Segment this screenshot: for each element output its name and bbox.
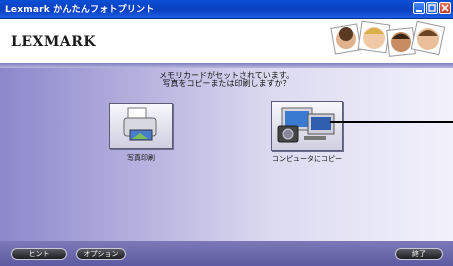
copy-to-computer-button[interactable]: [271, 101, 343, 151]
options-button[interactable]: オプション: [76, 248, 126, 260]
computer-copy-icon: [277, 107, 335, 143]
maximize-button[interactable]: [426, 2, 438, 14]
finish-button[interactable]: 終了: [395, 248, 443, 260]
lexmark-logo: LEXMARK: [11, 34, 97, 50]
prompt-line2: 写真をコピーまたは印刷しますか？: [162, 79, 291, 88]
bottom-bar: ヒント オプション 終了: [0, 241, 453, 266]
close-button[interactable]: [439, 2, 451, 14]
family-photos-icon: [330, 20, 446, 57]
title-bar: Lexmark かんたんフォトプリント: [0, 0, 453, 19]
hint-button[interactable]: ヒント: [11, 248, 67, 260]
minimize-button[interactable]: [413, 2, 425, 14]
main-panel: メモリカードがセットされています。 写真をコピーまたは印刷しますか？ 写真印刷 …: [0, 68, 453, 241]
copy-to-computer-label: コンピュータにコピー: [272, 155, 342, 163]
print-photos-button[interactable]: [109, 103, 173, 149]
print-photos-label: 写真印刷: [127, 154, 155, 162]
window-title: Lexmark かんたんフォトプリント: [5, 5, 155, 15]
pointer-line: [330, 121, 453, 123]
printer-icon: [123, 107, 157, 141]
